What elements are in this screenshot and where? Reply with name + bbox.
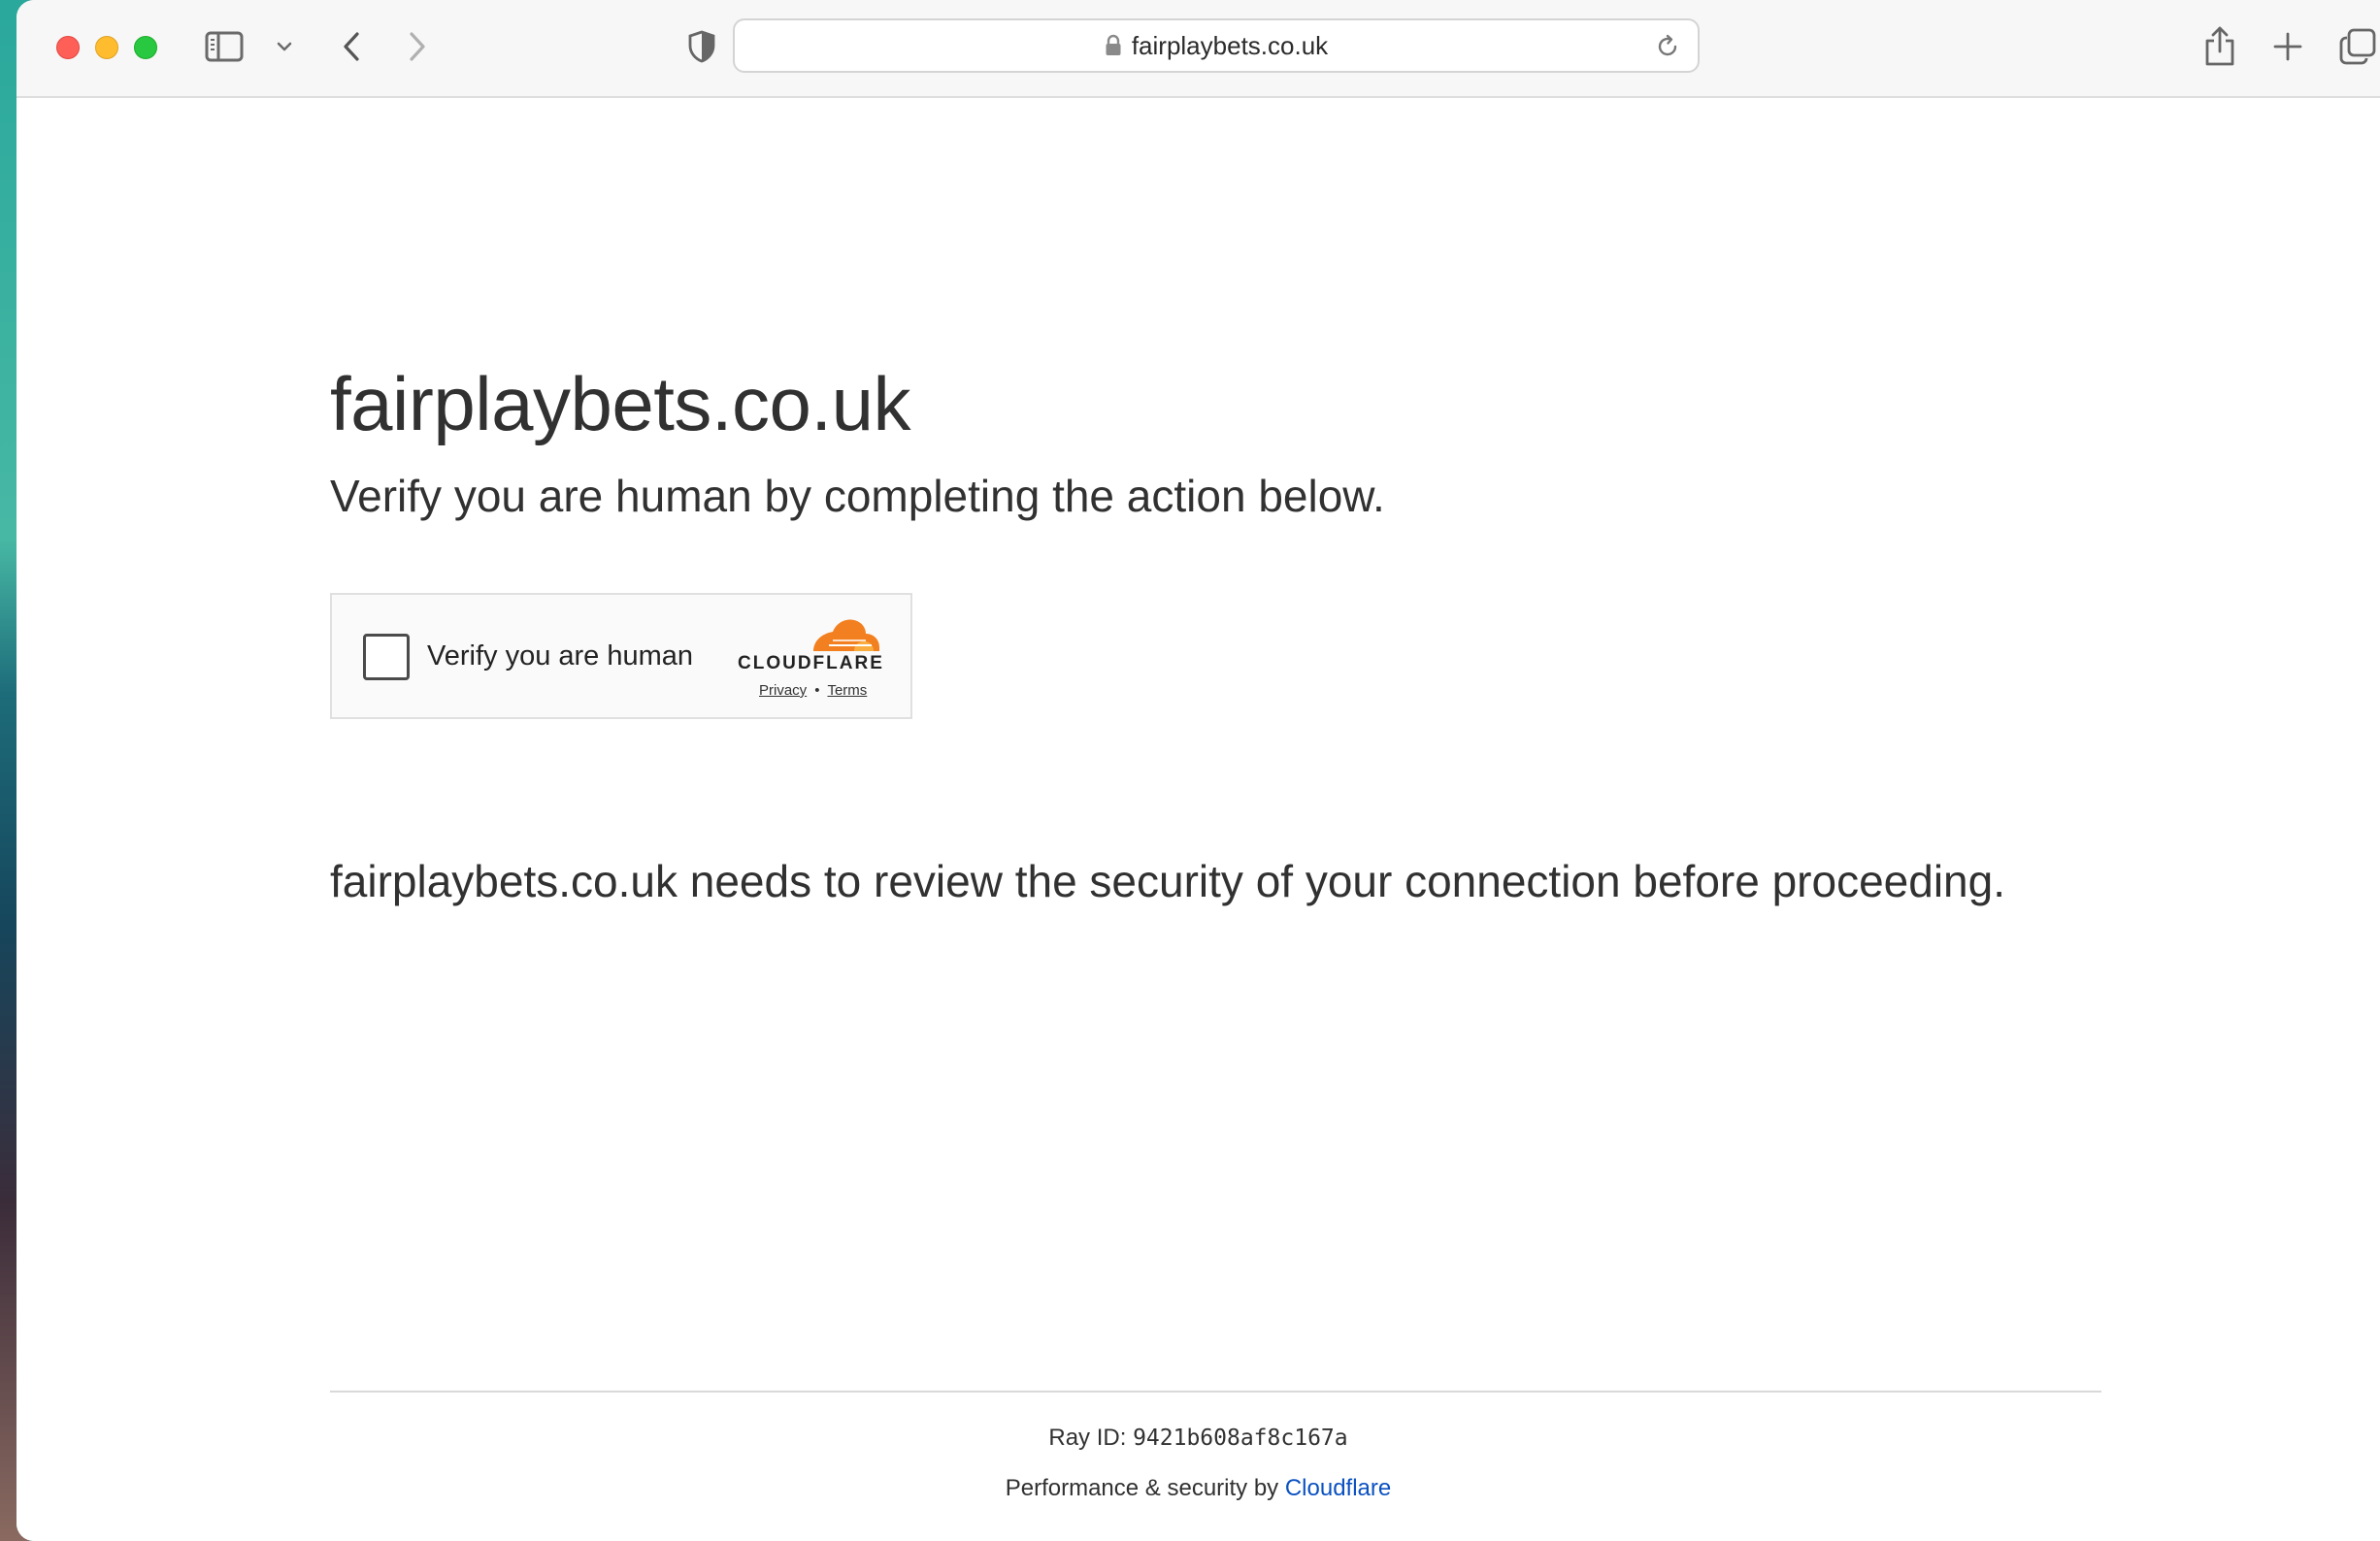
chevron-left-icon[interactable] xyxy=(337,27,366,66)
window-zoom-button[interactable] xyxy=(134,36,157,59)
performance-text: Performance & security by xyxy=(1005,1475,1279,1501)
verify-checkbox[interactable] xyxy=(363,634,410,680)
url-text: fairplaybets.co.uk xyxy=(1131,30,1329,60)
page-title: fairplaybets.co.uk xyxy=(330,361,910,446)
human-verification-widget: Verify you are human CLOUDFLARE Privacy … xyxy=(330,593,912,719)
window-minimize-button[interactable] xyxy=(95,36,118,59)
widget-links: Privacy • Terms xyxy=(759,682,867,699)
plus-icon[interactable] xyxy=(2268,27,2307,66)
cloudflare-wordmark: CLOUDFLARE xyxy=(738,653,884,673)
security-notice: fairplaybets.co.uk needs to review the s… xyxy=(330,856,2005,906)
cloudflare-link[interactable]: Cloudflare xyxy=(1285,1475,1391,1501)
terms-link[interactable]: Terms xyxy=(827,682,867,699)
shield-icon[interactable] xyxy=(684,29,719,64)
lock-icon xyxy=(1105,34,1122,57)
sidebar-icon[interactable] xyxy=(203,29,246,64)
chevron-right-icon[interactable] xyxy=(403,27,432,66)
ray-id-label: Ray ID: xyxy=(1048,1425,1127,1451)
link-separator: • xyxy=(814,682,820,699)
tabs-icon[interactable] xyxy=(2336,25,2379,68)
reload-icon[interactable] xyxy=(1653,32,1682,61)
page-content: fairplaybets.co.uk Verify you are human … xyxy=(17,98,2380,1541)
performance-credit: Performance & security by Cloudflare xyxy=(17,1475,2380,1502)
share-icon[interactable] xyxy=(2200,23,2239,68)
privacy-link[interactable]: Privacy xyxy=(759,682,807,699)
page-subtitle: Verify you are human by completing the a… xyxy=(330,471,1385,521)
footer-divider xyxy=(330,1391,2101,1393)
verify-checkbox-label[interactable]: Verify you are human xyxy=(427,640,693,672)
ray-id: Ray ID: 9421b608af8c167a xyxy=(17,1425,2380,1452)
window-close-button[interactable] xyxy=(56,36,80,59)
browser-window: fairplaybets.co.uk fairplaybets.co.uk Ve… xyxy=(17,0,2380,1541)
chevron-down-icon[interactable] xyxy=(274,37,295,56)
ray-id-value: 9421b608af8c167a xyxy=(1133,1426,1348,1451)
address-bar[interactable]: fairplaybets.co.uk xyxy=(733,18,1700,73)
browser-toolbar: fairplaybets.co.uk xyxy=(17,0,2380,98)
